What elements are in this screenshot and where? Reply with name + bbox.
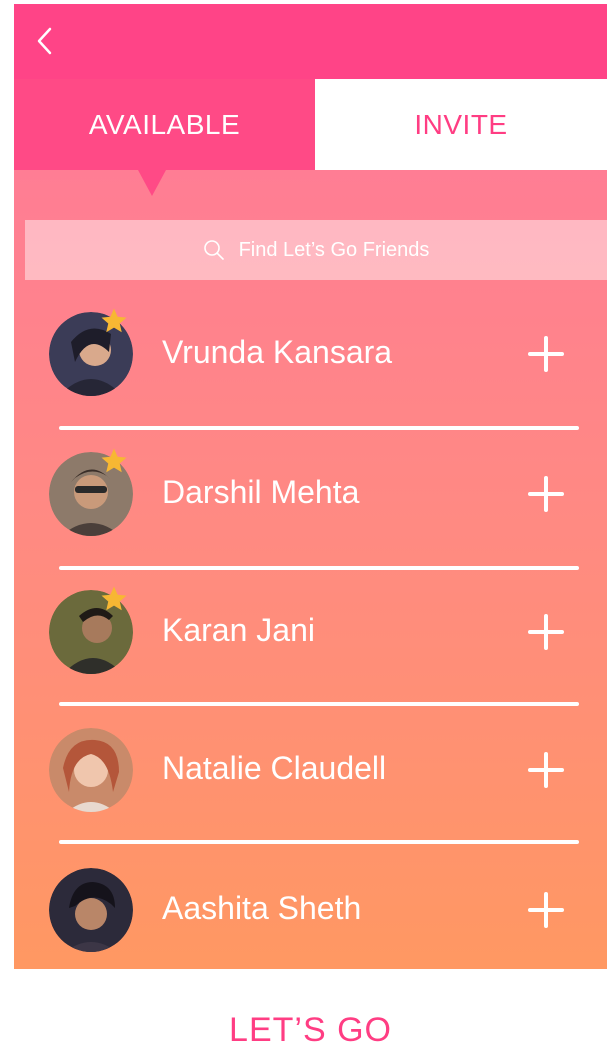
row-divider (59, 840, 579, 844)
search-placeholder: Find Let’s Go Friends (238, 238, 430, 261)
add-friend-button[interactable] (526, 612, 566, 652)
add-friend-button[interactable] (526, 334, 566, 374)
star-icon (101, 448, 127, 473)
search-icon (203, 240, 224, 260)
lets-go-button[interactable]: LET’S GO (14, 1011, 607, 1050)
friend-name: Karan Jani (162, 612, 315, 648)
add-friend-button[interactable] (526, 750, 566, 790)
friend-name: Darshil Mehta (162, 474, 360, 510)
friend-name: Natalie Claudell (162, 750, 387, 786)
friend-name: Vrunda Kansara (162, 334, 393, 370)
row-divider (59, 702, 579, 706)
tab-available[interactable]: AVAILABLE (14, 79, 315, 170)
friend-row: Karan Jani (14, 586, 607, 680)
add-friend-button[interactable] (526, 890, 566, 930)
tab-bar: AVAILABLE INVITE (14, 79, 607, 170)
friend-row: Aashita Sheth (14, 868, 607, 958)
row-divider (59, 426, 579, 430)
friend-row: Vrunda Kansara (14, 308, 607, 402)
avatar[interactable] (49, 868, 133, 952)
star-icon (101, 308, 127, 333)
friend-row: Darshil Mehta (14, 448, 607, 542)
chevron-left-icon[interactable] (34, 26, 56, 56)
top-bar (14, 4, 607, 79)
tab-invite[interactable]: INVITE (315, 79, 607, 170)
friends-panel: Find Let’s Go Friends Vrunda Kansara Dar… (14, 170, 607, 969)
star-icon (101, 586, 127, 611)
friend-row: Natalie Claudell (14, 728, 607, 818)
add-friend-button[interactable] (526, 474, 566, 514)
screen: AVAILABLE INVITE Find Let’s Go Friends V… (14, 4, 607, 1053)
search-input[interactable]: Find Let’s Go Friends (25, 220, 607, 280)
avatar[interactable] (49, 728, 133, 812)
tab-indicator-arrow (138, 170, 166, 196)
friend-name: Aashita Sheth (162, 890, 362, 926)
row-divider (59, 566, 579, 570)
